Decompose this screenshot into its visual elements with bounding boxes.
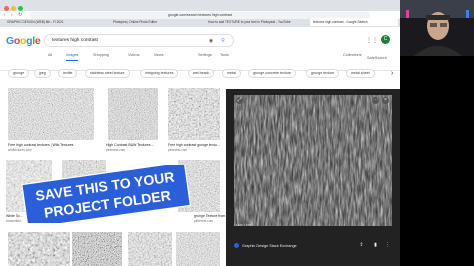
tab-all[interactable]: All xyxy=(48,53,52,57)
safesearch-link[interactable]: SafeSearch xyxy=(367,56,387,60)
expand-icon[interactable]: ⤢ xyxy=(236,97,243,104)
chip[interactable]: grunge texture xyxy=(306,69,340,78)
logo-letter: e xyxy=(34,35,41,47)
tab-images[interactable]: Images xyxy=(66,53,79,61)
result-image[interactable] xyxy=(128,232,172,266)
result-site: pinterest.com xyxy=(168,148,188,152)
result-title[interactable]: Free high contrast textures | Wild Textu… xyxy=(8,143,73,147)
logo-letter: G xyxy=(6,35,14,47)
tab-news[interactable]: News xyxy=(154,53,164,57)
search-icon[interactable]: ⚲ xyxy=(220,38,226,44)
browser-tab-active[interactable]: textures high contrast - Google Search xyxy=(310,18,398,26)
result-image[interactable] xyxy=(168,88,220,140)
chip[interactable]: stainless steel texture xyxy=(85,69,130,78)
result-image[interactable] xyxy=(72,232,122,266)
more-icon[interactable]: ⋯ xyxy=(372,97,379,104)
search-input[interactable]: textures high contrast xyxy=(44,34,234,47)
result-image[interactable] xyxy=(8,232,70,266)
promo-banner: SAVE THIS TO YOUR PROJECT FOLDER xyxy=(18,161,194,229)
result-title[interactable]: Free high contrast grunge textu... xyxy=(168,143,220,147)
apps-grid-icon[interactable]: ⋮⋮ xyxy=(366,37,378,44)
tab-shopping[interactable]: Shopping xyxy=(93,53,109,57)
browser-tab[interactable]: Photopea | Online Photo Editor xyxy=(110,18,180,26)
chip[interactable]: textile xyxy=(58,69,78,78)
chevron-right-icon[interactable]: › xyxy=(391,70,399,78)
image-preview-panel: ⤢ ⋯ × 1229 × 878 Graphic Design Stack Ex… xyxy=(226,89,400,266)
google-logo[interactable]: Google xyxy=(6,35,41,47)
result-site: pinterest.com xyxy=(106,148,126,152)
tab-tools[interactable]: Tools xyxy=(220,53,229,57)
screen: google.com/search textures high contrast… xyxy=(0,0,474,266)
share-icon[interactable]: ⇪ xyxy=(358,242,365,249)
collections-link[interactable]: Collections xyxy=(343,53,362,57)
image-dimensions: 1229 × 878 xyxy=(236,223,252,227)
chip[interactable]: grunge xyxy=(8,69,30,78)
related-chips: grunge jpeg textile stainless steel text… xyxy=(0,66,400,82)
result-image[interactable] xyxy=(176,232,220,266)
result-site: wildtextures.com xyxy=(8,148,32,152)
more-options-icon[interactable]: ⋮ xyxy=(384,242,391,249)
google-header: Google textures high contrast ◉ ⚲ xyxy=(0,27,400,71)
browser-tab[interactable]: How to add TEXTURE to your text in Photo… xyxy=(205,18,295,26)
browser-window: google.com/search textures high contrast… xyxy=(0,0,400,266)
chip[interactable]: metal xyxy=(222,69,241,78)
result-image[interactable] xyxy=(108,88,158,140)
side-background xyxy=(400,56,474,266)
source-site[interactable]: Graphic Design Stack Exchange xyxy=(242,244,297,248)
result-title[interactable]: High Contrast B&W Textures ... xyxy=(106,143,154,147)
preview-image[interactable] xyxy=(234,95,392,226)
chip[interactable]: intriguing textures xyxy=(140,69,179,78)
tab-settings[interactable]: Settings xyxy=(198,53,212,57)
avatar[interactable]: C xyxy=(381,35,390,44)
site-favicon-icon xyxy=(234,243,239,248)
close-icon[interactable]: × xyxy=(382,97,389,104)
chip[interactable]: jpeg xyxy=(34,69,51,78)
search-tabs: All Images Shopping Videos News Settings… xyxy=(0,53,400,62)
browser-tab[interactable]: GRAPHIC DESIGN (WEB) 6th - Fl 2021 xyxy=(4,18,74,26)
result-site: pinterest.com xyxy=(194,219,214,223)
camera-icon[interactable]: ◉ xyxy=(208,38,214,44)
webcam-feed xyxy=(400,0,474,56)
result-image[interactable] xyxy=(8,88,94,140)
tab-videos[interactable]: Videos xyxy=(128,53,140,57)
chip[interactable]: wet beach xyxy=(188,69,215,78)
chip[interactable]: grunge concrete texture xyxy=(248,69,296,78)
save-icon[interactable]: ▮ xyxy=(372,242,379,249)
chip[interactable]: metal sheet xyxy=(346,69,375,78)
